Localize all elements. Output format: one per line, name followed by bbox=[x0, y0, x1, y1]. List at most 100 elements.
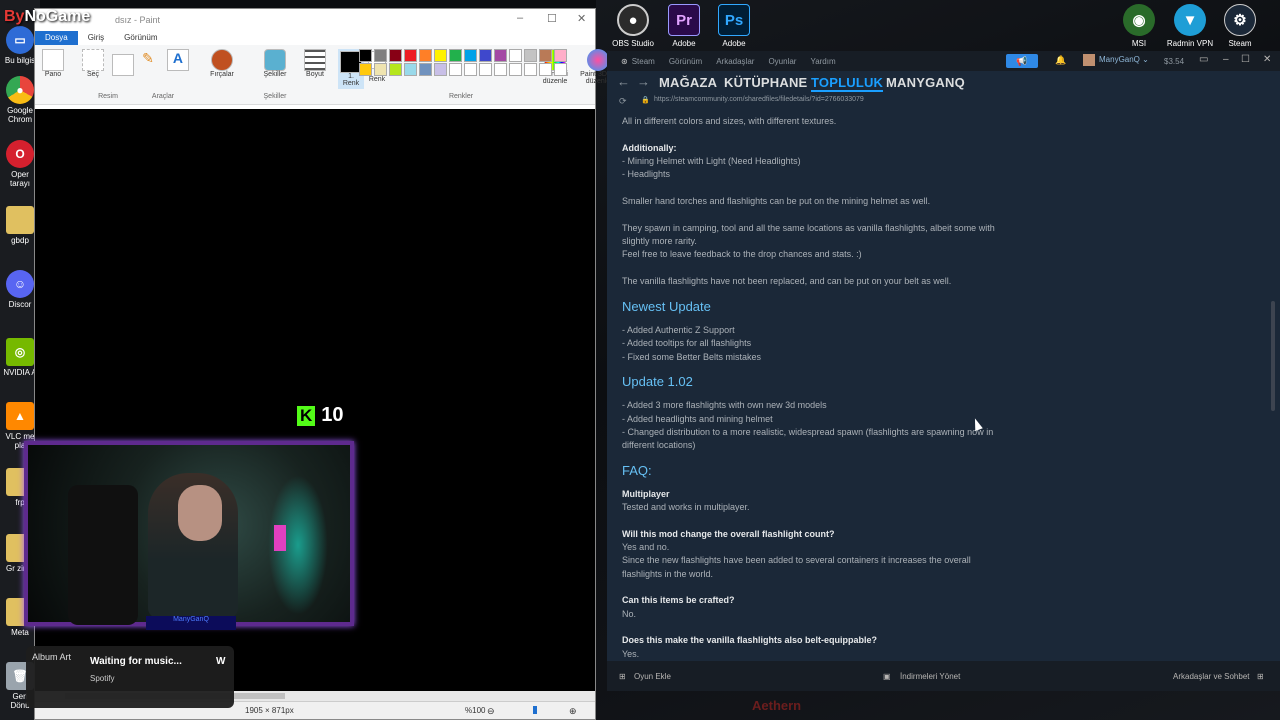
forward-arrow-icon[interactable]: → bbox=[637, 74, 650, 89]
pano-button[interactable]: Pano bbox=[42, 49, 64, 78]
tab-giris[interactable]: Giriş bbox=[78, 31, 114, 45]
desktop-icon-photoshop[interactable]: Ps Adobe bbox=[704, 4, 764, 48]
add-game-icon[interactable]: ⊞ bbox=[619, 672, 626, 681]
kick-follower-counter: K 10 bbox=[297, 404, 344, 427]
desktop-icon-folder-gbdp[interactable]: gbdp bbox=[2, 206, 38, 245]
description-text: The vanilla flashlights have not been re… bbox=[622, 276, 952, 286]
zoom-out-icon[interactable]: ⊖ bbox=[487, 706, 495, 717]
friends-chat-button[interactable]: Arkadaşlar ve Sohbet bbox=[1173, 672, 1250, 681]
menu-oyunlar[interactable]: Oyunlar bbox=[768, 57, 796, 66]
color-swatch[interactable] bbox=[479, 63, 492, 76]
tab-gorunum[interactable]: Görünüm bbox=[114, 31, 167, 45]
color-swatch[interactable] bbox=[554, 63, 567, 76]
menu-yardim[interactable]: Yardım bbox=[810, 57, 835, 66]
brushes-button[interactable]: Fırçalar bbox=[207, 49, 237, 78]
color-swatch[interactable] bbox=[389, 49, 402, 62]
color-swatch[interactable] bbox=[524, 49, 537, 62]
bottom-overlay-text: Aethern bbox=[752, 698, 802, 713]
paint-title: dsız - Paint bbox=[115, 15, 161, 25]
nav-community[interactable]: TOPLULUK bbox=[811, 75, 884, 92]
color-swatch[interactable] bbox=[524, 63, 537, 76]
color-swatch[interactable] bbox=[359, 63, 372, 76]
avatar bbox=[1083, 54, 1095, 66]
opera-icon: O bbox=[6, 140, 34, 168]
downloads-icon[interactable]: ▣ bbox=[883, 672, 891, 681]
faq-answer: Since the new flashlights have been adde… bbox=[622, 555, 971, 565]
color-swatch[interactable] bbox=[434, 49, 447, 62]
color-swatch[interactable] bbox=[509, 49, 522, 62]
list-item: - Added tooltips for all flashlights bbox=[622, 338, 752, 348]
photoshop-icon: Ps bbox=[718, 4, 750, 36]
menu-gorunum[interactable]: Görünüm bbox=[669, 57, 702, 66]
close-icon[interactable]: ✕ bbox=[1263, 54, 1271, 65]
notifications-bell-icon[interactable]: 🔔 bbox=[1055, 55, 1066, 66]
desktop-icon-discord[interactable]: ☺ Discor bbox=[2, 270, 38, 309]
wallet-balance: $3.54 bbox=[1164, 57, 1185, 66]
manage-downloads-button[interactable]: İndirmeleri Yönet bbox=[900, 672, 960, 681]
select-button[interactable]: Seç bbox=[82, 49, 105, 78]
pencil-button[interactable]: ✎ bbox=[137, 50, 159, 72]
clipboard-icon bbox=[42, 49, 64, 71]
zoom-in-icon[interactable]: ⊕ bbox=[569, 706, 577, 717]
color-swatch[interactable] bbox=[494, 63, 507, 76]
desktop-icon-nvidia[interactable]: ◎ NVIDIA A bbox=[2, 338, 38, 377]
text-button[interactable]: A bbox=[166, 49, 189, 71]
page-url[interactable]: https://steamcommunity.com/sharedfiles/f… bbox=[654, 96, 864, 103]
color-palette bbox=[359, 49, 568, 76]
zoom-level: %100 bbox=[465, 706, 486, 715]
color-swatch[interactable] bbox=[374, 49, 387, 62]
color-swatch[interactable] bbox=[434, 63, 447, 76]
desktop-icon-this-pc[interactable]: ▭ Bu bilgis bbox=[2, 26, 38, 65]
menu-arkadaslar[interactable]: Arkadaşlar bbox=[716, 57, 754, 66]
size-button[interactable]: Boyut bbox=[301, 49, 329, 78]
workshop-description: All in different colors and sizes, with … bbox=[607, 111, 1267, 661]
menu-steam[interactable]: Steam bbox=[632, 57, 655, 66]
tab-dosya[interactable]: Dosya bbox=[35, 31, 78, 45]
color-swatch[interactable] bbox=[464, 49, 477, 62]
add-game-button[interactable]: Oyun Ekle bbox=[634, 672, 671, 681]
paint-ribbon: Pano Seç Resim ✎ A Araçlar Fırçalar Şeki… bbox=[35, 45, 616, 105]
color-swatch[interactable] bbox=[419, 63, 432, 76]
steam-scrollbar[interactable] bbox=[1271, 111, 1275, 661]
minimize-icon[interactable]: – bbox=[1223, 54, 1229, 65]
color-swatch[interactable] bbox=[554, 49, 567, 62]
refresh-icon[interactable]: ⟳ bbox=[619, 96, 627, 107]
color-swatch[interactable] bbox=[419, 49, 432, 62]
nav-profile[interactable]: MANYGANQ bbox=[886, 75, 965, 90]
color-swatch[interactable] bbox=[389, 63, 402, 76]
color-swatch[interactable] bbox=[449, 49, 462, 62]
big-picture-icon[interactable]: ▭ bbox=[1199, 54, 1208, 65]
color-swatch[interactable] bbox=[449, 63, 462, 76]
announcements-button[interactable]: 📢 bbox=[1006, 54, 1038, 68]
color-swatch[interactable] bbox=[539, 49, 552, 62]
user-menu[interactable]: ManyGanQ ⌄ bbox=[1083, 54, 1149, 66]
nvidia-icon: ◎ bbox=[6, 338, 34, 366]
nav-store[interactable]: MAĞAZA bbox=[659, 75, 717, 90]
color-swatch[interactable] bbox=[479, 49, 492, 62]
scrollbar-thumb[interactable] bbox=[1271, 301, 1275, 411]
color-swatch[interactable] bbox=[359, 49, 372, 62]
minimize-icon[interactable]: – bbox=[517, 12, 523, 24]
description-text: They spawn in camping, tool and all the … bbox=[622, 223, 995, 233]
zoom-slider[interactable] bbox=[533, 706, 537, 714]
shapes-button[interactable]: Şekiller bbox=[264, 49, 286, 78]
friends-icon[interactable]: ⊞ bbox=[1257, 672, 1264, 681]
desktop-icon-opera[interactable]: O Oper tarayı bbox=[2, 140, 38, 188]
close-icon[interactable]: ✕ bbox=[577, 12, 586, 25]
additionally-heading: Additionally: bbox=[622, 143, 677, 153]
color-swatch[interactable] bbox=[539, 63, 552, 76]
color-swatch[interactable] bbox=[494, 49, 507, 62]
desktop-icon-steam[interactable]: ⚙ Steam bbox=[1210, 4, 1270, 48]
color-swatch[interactable] bbox=[509, 63, 522, 76]
color-swatch[interactable] bbox=[374, 63, 387, 76]
pencil-icon: ✎ bbox=[142, 50, 154, 66]
maximize-icon[interactable]: ☐ bbox=[547, 12, 557, 25]
faq-answer: flashlights in the world. bbox=[622, 569, 714, 579]
color-swatch[interactable] bbox=[404, 49, 417, 62]
color-swatch[interactable] bbox=[404, 63, 417, 76]
maximize-icon[interactable]: ☐ bbox=[1241, 54, 1250, 65]
desktop-icon-chrome[interactable]: ● Google Chrom bbox=[2, 76, 38, 124]
nav-library[interactable]: KÜTÜPHANE bbox=[724, 75, 807, 90]
back-arrow-icon[interactable]: ← bbox=[617, 74, 630, 89]
color-swatch[interactable] bbox=[464, 63, 477, 76]
